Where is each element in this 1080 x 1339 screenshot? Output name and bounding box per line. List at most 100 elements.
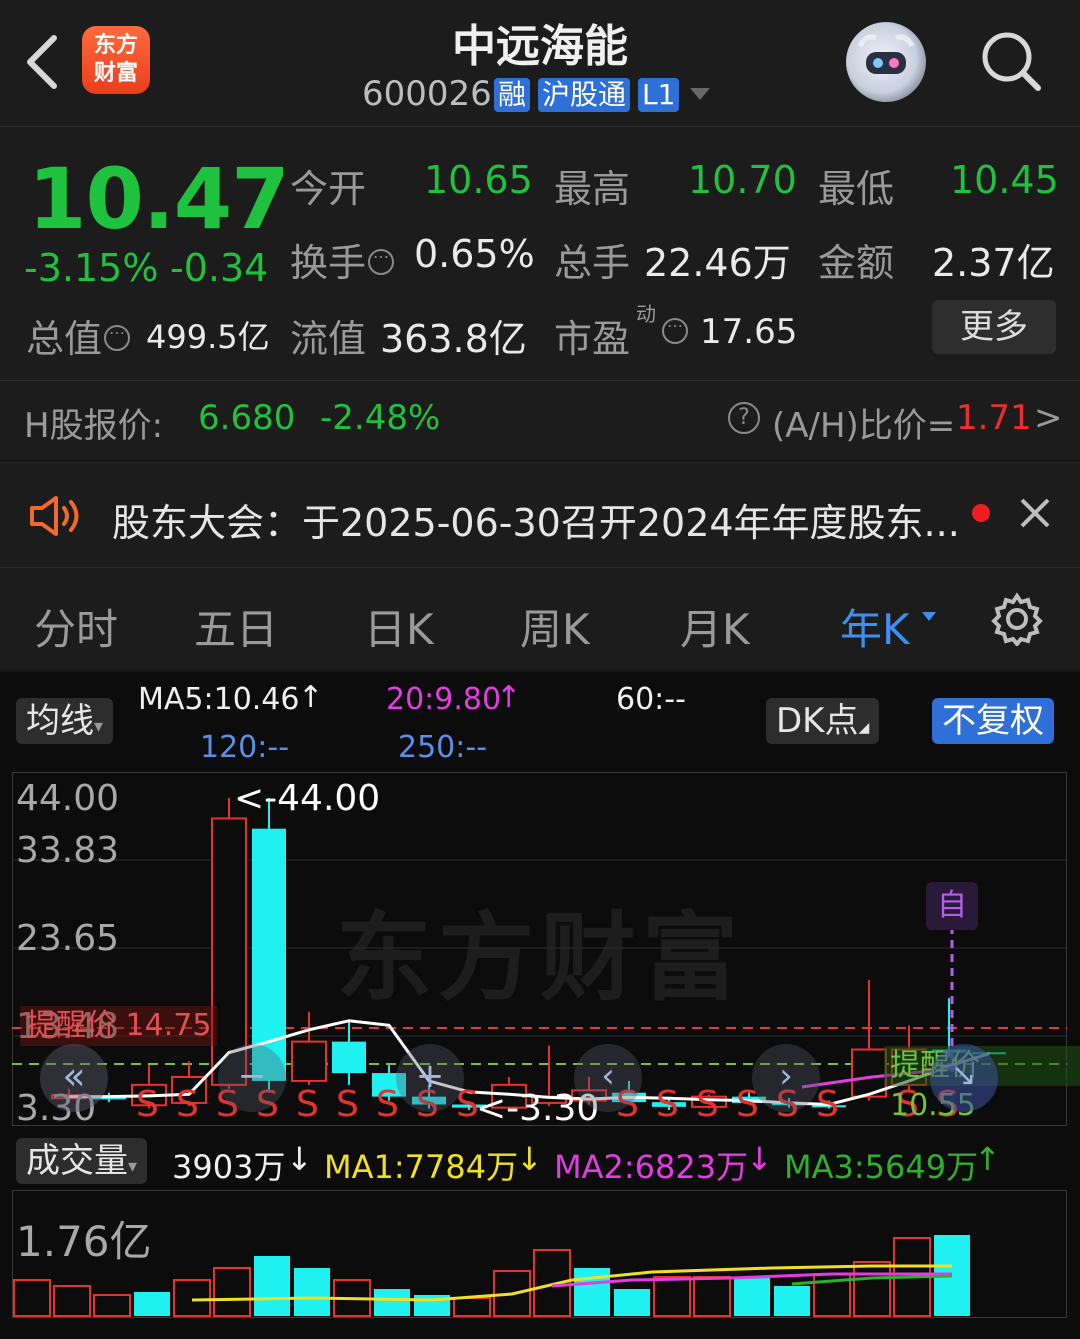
ma250-value: 250:-- — [398, 730, 488, 765]
volume-current: 3903万 — [172, 1148, 286, 1186]
volume-bar — [13, 1279, 51, 1317]
amount-label: 金额 — [818, 241, 895, 285]
pe-label[interactable]: 市盈 — [554, 308, 630, 363]
volume-bar — [653, 1276, 691, 1317]
y-tick-label: 23.65 — [16, 918, 120, 959]
sell-signal-marker: S — [816, 1084, 839, 1125]
volume-bar — [53, 1285, 91, 1317]
volume-bar — [134, 1292, 170, 1316]
volume-bar — [853, 1261, 891, 1317]
low-label: 最低 — [818, 167, 895, 211]
volume-ma3: MA3:5649万 — [784, 1148, 979, 1186]
tab-weekly-k[interactable]: 周K — [520, 596, 590, 657]
volume-bar — [93, 1294, 131, 1317]
low-value: 10.45 — [950, 158, 1059, 202]
dropdown-icon: ▾ — [128, 1156, 138, 1177]
volume-bar — [374, 1289, 410, 1316]
ma-select-label: 均线 — [26, 701, 94, 741]
self-select-tag[interactable]: 自 — [926, 882, 978, 930]
gear-icon[interactable] — [990, 592, 1044, 646]
zoom-out-icon[interactable]: − — [218, 1044, 286, 1112]
sell-signal-marker: S — [336, 1084, 359, 1125]
close-icon[interactable] — [1018, 496, 1052, 530]
hshare-label: H股报价: — [24, 406, 164, 446]
ma120-value: 120:-- — [200, 730, 290, 765]
candle-body — [332, 1041, 366, 1074]
scroll-right-icon[interactable]: › — [752, 1044, 820, 1112]
last-price: 10.47 — [28, 150, 290, 248]
volume-value: 22.46万 — [644, 241, 791, 285]
ah-arrow-icon[interactable]: > — [1034, 398, 1063, 438]
volume-label: 总手 — [554, 241, 631, 285]
market-cap-label[interactable]: 总值 — [26, 308, 131, 363]
volume-bar — [453, 1297, 491, 1317]
float-cap-label: 流值 — [290, 317, 367, 361]
dk-point-button[interactable]: DK点◢ — [766, 698, 880, 744]
info-icon — [368, 243, 395, 275]
volume-ma2: MA2:6823万 — [554, 1148, 749, 1186]
speaker-icon — [30, 496, 79, 536]
corner-icon: ◢ — [858, 720, 870, 736]
y-tick-label: 33.83 — [16, 830, 120, 871]
tab-daily-k[interactable]: 日K — [364, 596, 434, 657]
volume-bar — [774, 1286, 810, 1316]
fast-rewind-icon[interactable]: « — [40, 1044, 108, 1112]
volume-max-label: 1.76亿 — [16, 1217, 152, 1266]
tab-monthly-k[interactable]: 月K — [680, 596, 750, 657]
volume-bar — [614, 1289, 650, 1316]
turnover-label-text: 换手 — [290, 241, 367, 285]
ah-ratio-value[interactable]: 1.71 — [956, 398, 1032, 438]
sell-signal-marker: S — [136, 1084, 159, 1125]
notice-text[interactable]: 股东大会：于2025-06-30召开2024年年度股东... — [112, 492, 960, 547]
max-price-label: <-44.00 — [234, 778, 381, 819]
volume-bar — [173, 1279, 211, 1317]
volume-indicator-label: 成交量 — [26, 1141, 128, 1181]
ma5-value: MA5:10.46 — [138, 682, 300, 717]
down-arrow-icon: ↓ — [286, 1140, 313, 1178]
dk-point-label: DK点 — [776, 701, 859, 741]
up-arrow-icon: ↑ — [974, 1140, 1001, 1178]
search-icon[interactable] — [980, 30, 1042, 92]
unread-dot — [972, 504, 990, 522]
market-cap-label-text: 总值 — [26, 317, 103, 361]
stock-dropdown-icon[interactable] — [690, 88, 710, 100]
robot-assistant-icon[interactable] — [846, 22, 926, 102]
volume-indicator-button[interactable]: 成交量▾ — [16, 1138, 148, 1184]
margin-tag: 融 — [494, 78, 531, 112]
sell-signal-marker: S — [696, 1084, 719, 1125]
turnover-value: 0.65% — [414, 232, 535, 276]
amount-value: 2.37亿 — [932, 241, 1055, 285]
hshare-price: 6.680 — [198, 398, 296, 438]
pe-value: 17.65 — [700, 312, 798, 352]
y-tick-label: 44.00 — [16, 778, 120, 819]
hk-connect-tag: 沪股通 — [538, 78, 631, 112]
ah-ratio-label[interactable]: (A/H)比价= — [772, 398, 955, 447]
scroll-left-icon[interactable]: ‹ — [574, 1044, 642, 1112]
ma-select-button[interactable]: 均线▾ — [16, 698, 114, 744]
turnover-label[interactable]: 换手 — [290, 232, 395, 287]
info-icon — [662, 312, 688, 344]
stock-code: 600026 — [362, 74, 492, 114]
tab-five-day[interactable]: 五日 — [194, 596, 278, 657]
alert-price-tag-high[interactable]: 提醒价 14.75 — [20, 1006, 218, 1046]
pe-dynamic-sup: 动 — [636, 302, 656, 326]
ma20-value: 20:9.80 — [386, 682, 502, 717]
no-adjust-button[interactable]: 不复权 — [932, 698, 1054, 744]
volume-ma1: MA1:7784万 — [324, 1148, 519, 1186]
sell-signal-marker: S — [296, 1084, 319, 1125]
zoom-in-icon[interactable]: + — [396, 1044, 464, 1112]
tab-intraday[interactable]: 分时 — [34, 596, 118, 657]
candle-body — [291, 1040, 327, 1082]
tab-dropdown-icon[interactable] — [922, 612, 936, 621]
tab-yearly-k[interactable]: 年K — [840, 596, 910, 657]
level-tag: L1 — [638, 78, 680, 112]
help-icon[interactable]: ? — [728, 402, 760, 434]
ma20-up-arrow-icon: ↑ — [496, 680, 522, 715]
change-percent: -3.15% — [24, 246, 159, 290]
ma60-value: 60:-- — [616, 682, 686, 717]
more-button[interactable]: 更多 — [932, 300, 1056, 354]
volume-chart[interactable] — [12, 1190, 1067, 1318]
fullscreen-icon[interactable]: ↘ — [930, 1044, 998, 1112]
volume-bar — [693, 1276, 731, 1317]
open-value: 10.65 — [424, 158, 533, 202]
